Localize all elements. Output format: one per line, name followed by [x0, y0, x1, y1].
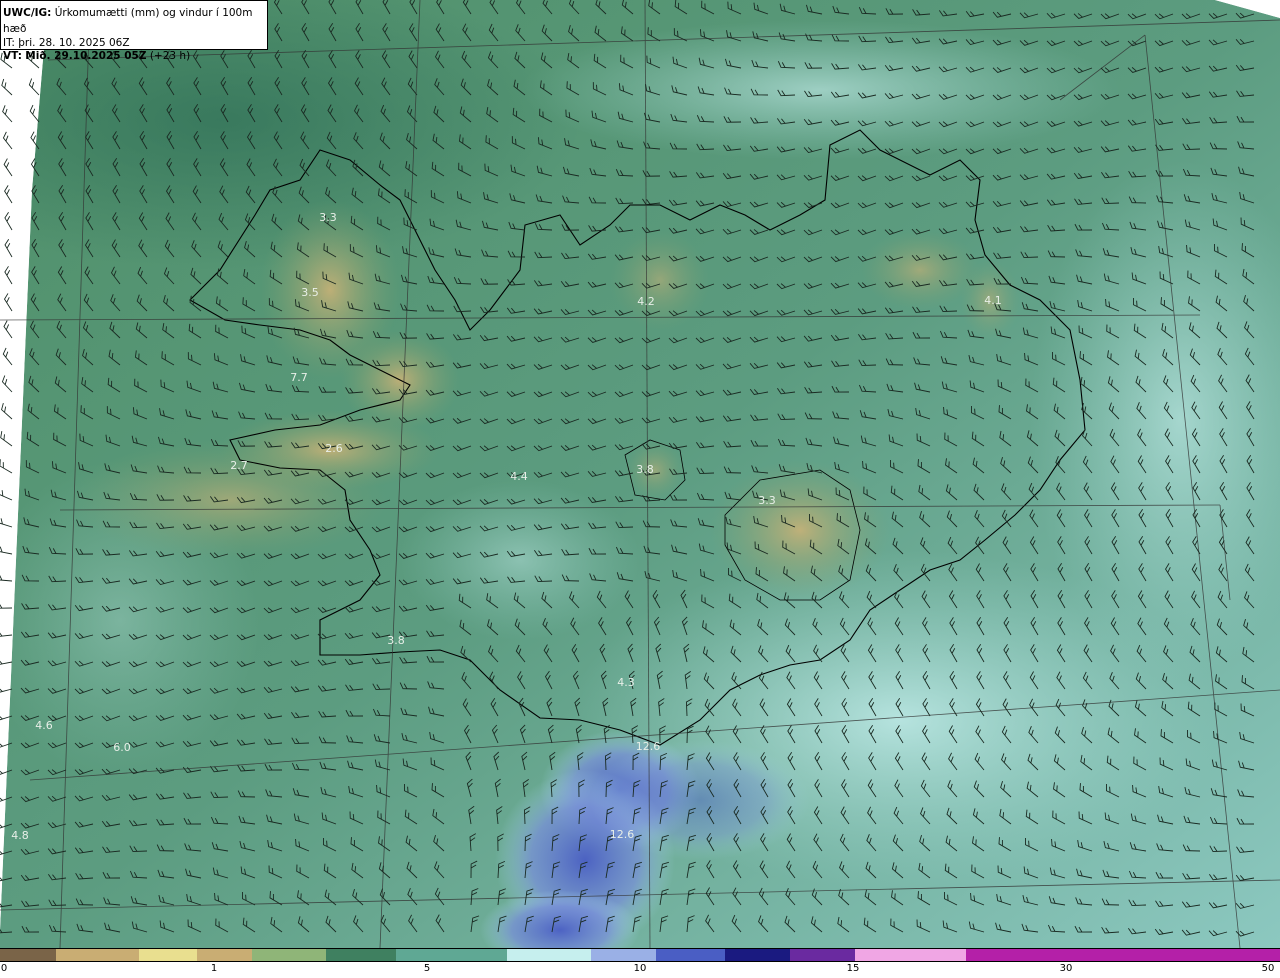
colorbar-segment: [326, 949, 396, 961]
colorbar-segment: [790, 949, 856, 961]
colorbar-tick-label: 5: [423, 963, 431, 974]
map-value-label: 4.3: [617, 676, 635, 689]
colorbar-segment: [396, 949, 508, 961]
map-value-label: 3.3: [758, 494, 776, 507]
colorbar-segment: [55, 949, 140, 961]
model-name: UWC/IG:: [3, 7, 52, 19]
init-time-label: IT:: [3, 37, 15, 49]
colorbar-segment: [966, 949, 1280, 961]
valid-time-value: Mið. 29.10.2025 05Z: [25, 50, 147, 62]
colorbar-tick-label: 1: [210, 963, 218, 974]
title-line: UWC/IG: Úrkomumætti (mm) og vindur í 100…: [3, 5, 267, 37]
map-value-label: 12.6: [636, 740, 661, 753]
map-value-label: 4.8: [11, 829, 29, 842]
map-value-label: 4.1: [984, 294, 1002, 307]
colorbar-tick-label: 50: [1261, 963, 1275, 974]
map-value-label: 2.6: [325, 442, 343, 455]
map-value-label: 3.3: [319, 211, 337, 224]
colorbar: [0, 948, 1280, 962]
colorbar-segment: [507, 949, 591, 961]
map-value-label: 3.8: [636, 463, 654, 476]
map-value-label: 12.6: [610, 828, 635, 841]
colorbar-segment: [855, 949, 967, 961]
map-value-label: 4.4: [510, 470, 528, 483]
map-value-label: 3.5: [301, 286, 319, 299]
precipitation-wind-map: 3.3 3.5 7.7 2.6 2.7 4.4 3.8 3.3 4.2 4.1 3.8 4.3 12.6…: [0, 0, 1280, 948]
colorbar-tick-label: 10: [633, 963, 647, 974]
colorbar-segment: [139, 949, 197, 961]
map-value-label: 2.7: [230, 459, 248, 472]
init-time-value: þri. 28. 10. 2025 06Z: [18, 37, 130, 49]
map-canvas: 3.3 3.5 7.7 2.6 2.7 4.4 3.8 3.3 4.2 4.1 3.8 4.3 12.6…: [0, 0, 1280, 948]
colorbar-segment: [725, 949, 791, 961]
colorbar-segment: [252, 949, 327, 961]
valid-time-line: VT: Mið. 29.10.2025 05Z (+23 h): [3, 50, 267, 63]
init-time-line: IT: þri. 28. 10. 2025 06Z: [3, 37, 267, 50]
map-value-label: 4.6: [35, 719, 53, 732]
lead-time: (+23 h): [149, 50, 191, 62]
colorbar-tick-label: 30: [1059, 963, 1073, 974]
map-legend-box: UWC/IG: Úrkomumætti (mm) og vindur í 100…: [0, 0, 268, 62]
colorbar-segment: [196, 949, 253, 961]
map-value-label: 3.8: [387, 634, 405, 647]
colorbar-segment: [655, 949, 726, 961]
colorbar-segment: [590, 949, 656, 961]
map-value-label: 7.7: [290, 371, 308, 384]
valid-time-label: VT:: [3, 50, 22, 62]
map-value-label: 6.0: [113, 741, 131, 754]
colorbar-tick-label: 0: [0, 963, 8, 974]
map-value-label: 4.2: [637, 295, 655, 308]
colorbar-segment: [0, 949, 56, 961]
colorbar-tick-label: 15: [846, 963, 860, 974]
